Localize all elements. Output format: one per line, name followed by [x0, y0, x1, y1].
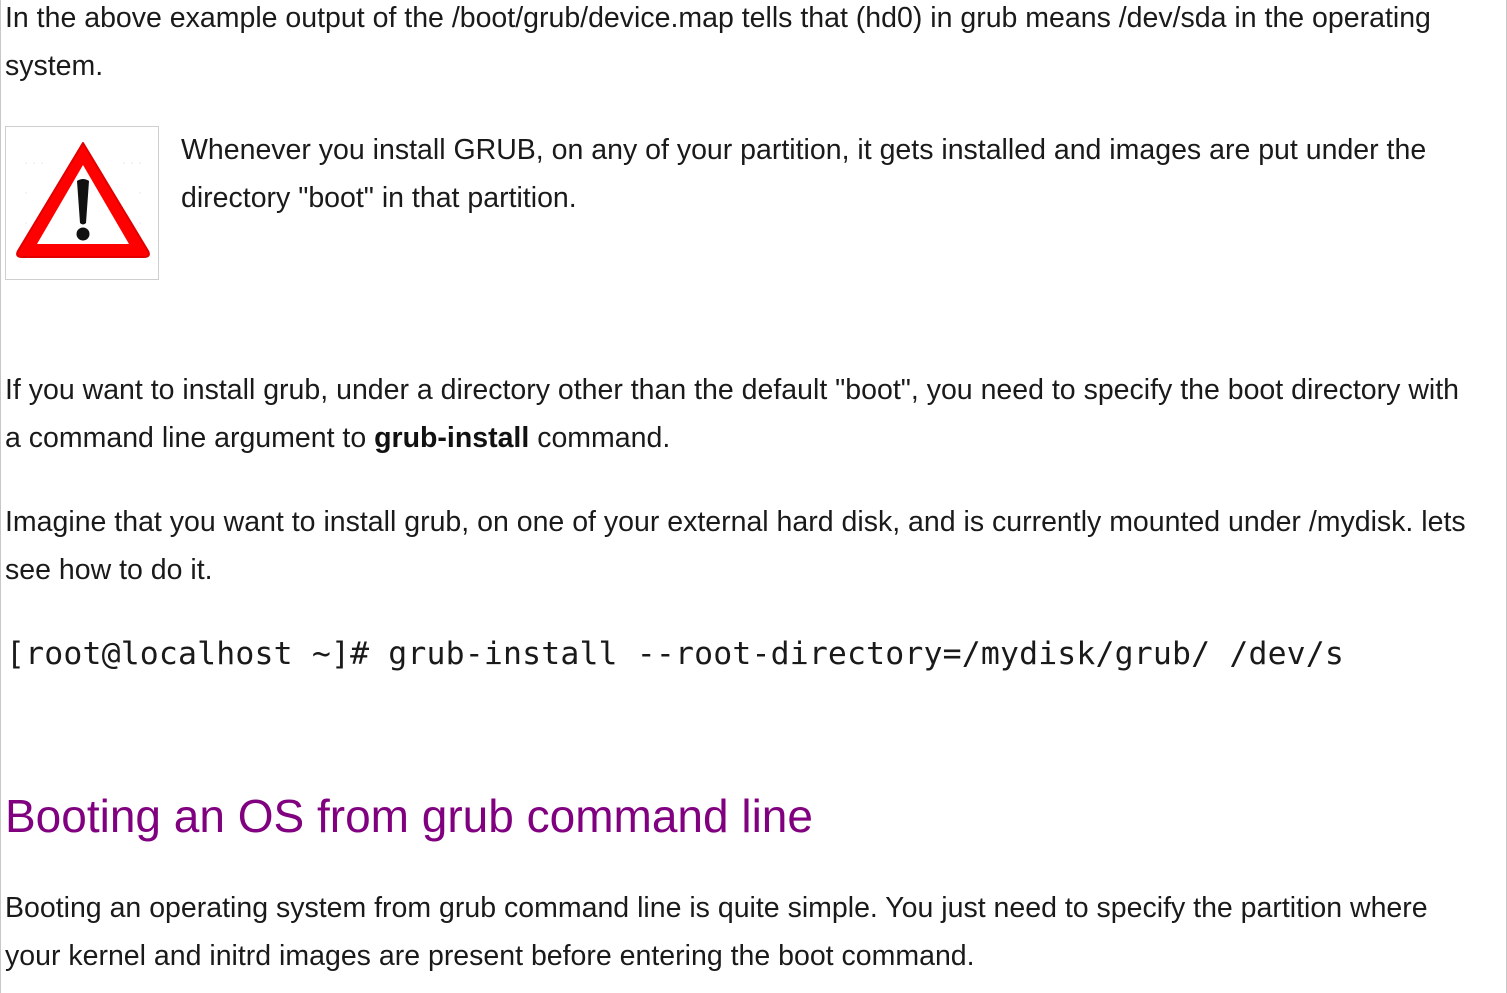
- warning-note-text: Whenever you install GRUB, on any of you…: [181, 134, 1427, 214]
- external-disk-paragraph: Imagine that you want to install grub, o…: [5, 506, 1466, 586]
- grub-install-code: [root@localhost ~]# grub-install --root-…: [6, 636, 1345, 672]
- article-page: In the above example output of the /boot…: [0, 0, 1507, 993]
- grub-install-command-name: grub-install: [374, 422, 530, 454]
- custom-directory-text-end: command.: [529, 422, 671, 454]
- custom-directory-text: If you want to install grub, under a dir…: [5, 374, 1460, 454]
- warning-image: [5, 126, 159, 280]
- warning-note: Whenever you install GRUB, on any of you…: [5, 126, 1485, 282]
- intro-paragraph: In the above example output of the /boot…: [5, 2, 1431, 82]
- booting-paragraph: Booting an operating system from grub co…: [5, 892, 1428, 972]
- warning-triangle-icon: [16, 142, 150, 258]
- booting-section-heading: Booting an OS from grub command line: [5, 790, 813, 842]
- custom-directory-paragraph: If you want to install grub, under a dir…: [5, 366, 1475, 462]
